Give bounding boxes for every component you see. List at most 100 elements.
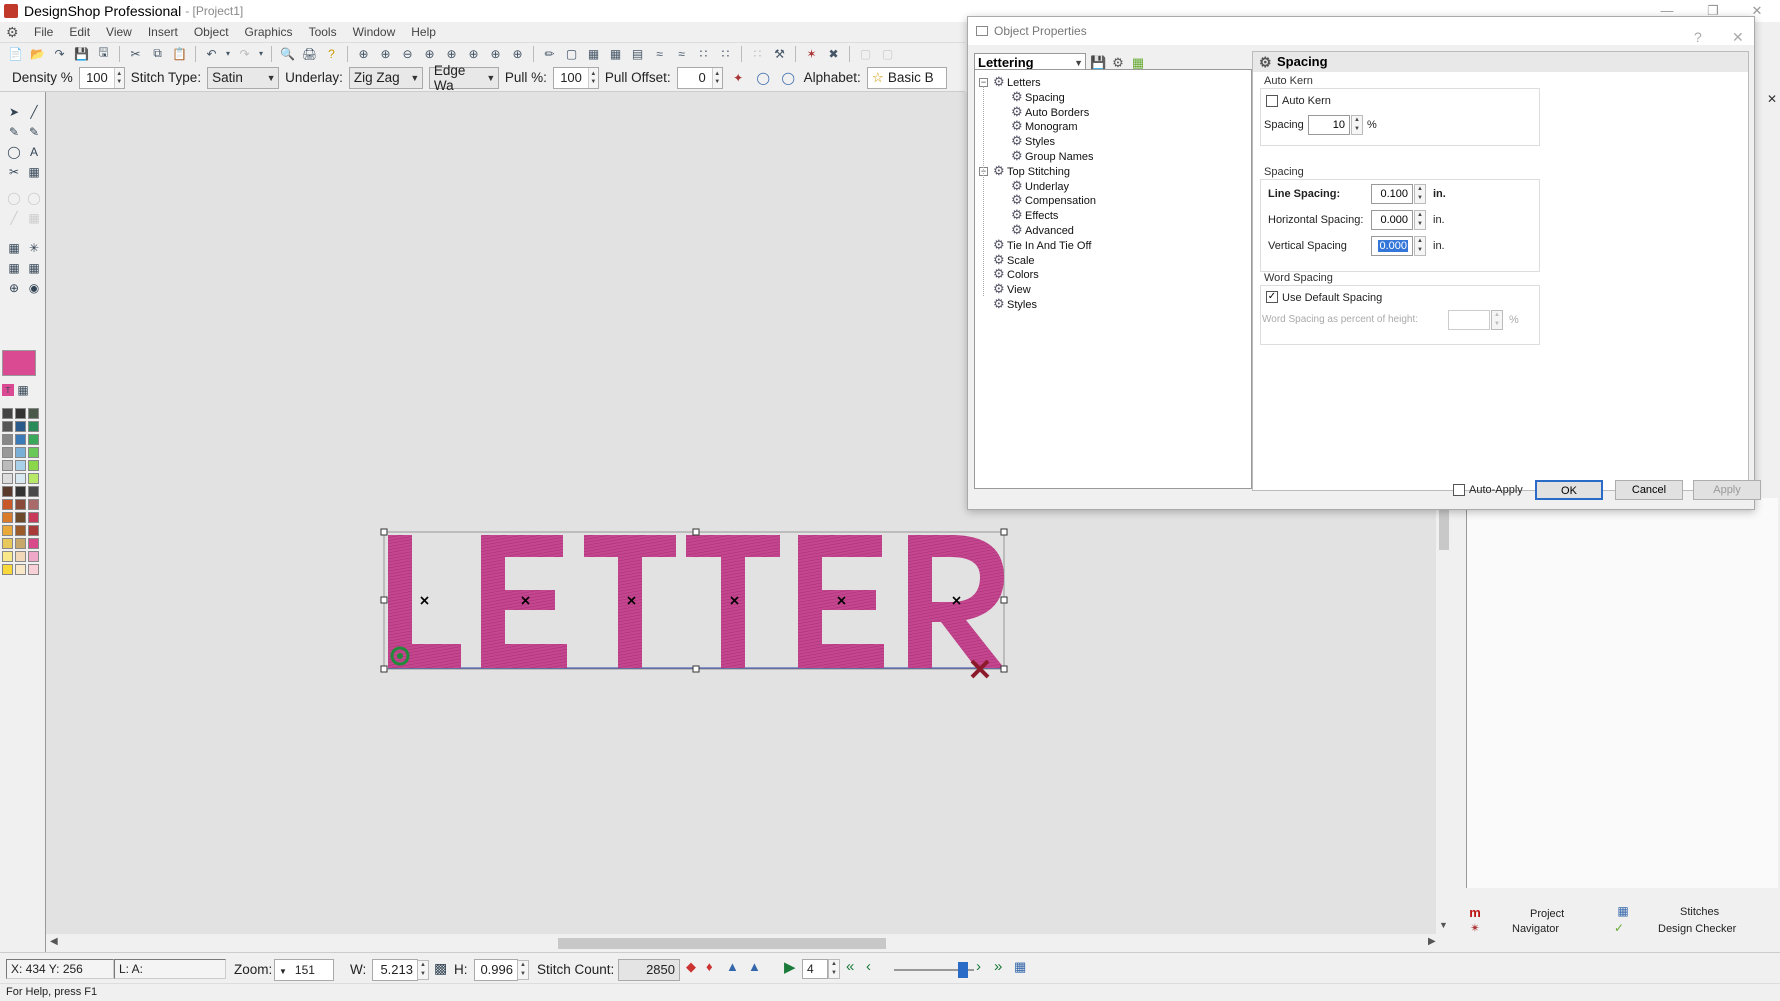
export-icon[interactable]: ↷ xyxy=(50,45,69,63)
cancel-button[interactable]: Cancel xyxy=(1615,480,1683,500)
color-swatch[interactable] xyxy=(28,473,39,484)
horizontal-scrollbar[interactable]: ◀ ▶ xyxy=(46,934,1440,952)
color-swatch[interactable] xyxy=(2,538,13,549)
tree-item[interactable]: ⚙ View xyxy=(993,282,1031,297)
show-3d-icon[interactable]: ≈ xyxy=(672,45,691,63)
color-swatch[interactable] xyxy=(28,525,39,536)
tree-item[interactable]: ⚙ Auto Borders xyxy=(1011,104,1089,119)
color-swatch[interactable] xyxy=(28,564,39,575)
horizontal-spacing-input[interactable]: 0.000 xyxy=(1371,210,1413,230)
pull-input[interactable]: 100 ▲ ▼ xyxy=(552,66,599,89)
tree-item[interactable]: ⚙ Group Names xyxy=(1011,149,1093,164)
color-swatch[interactable] xyxy=(28,434,39,445)
menu-insert[interactable]: Insert xyxy=(140,25,186,39)
zoom-previous-icon[interactable]: ⊕ xyxy=(486,45,505,63)
horizontal-spacing-spinner-icon[interactable]: ▲ ▼ xyxy=(1414,210,1426,230)
menu-tools[interactable]: Tools xyxy=(301,25,345,39)
tree-item[interactable]: ⚙ Tie In And Tie Off xyxy=(993,237,1091,252)
copy-icon[interactable]: ⧉ xyxy=(148,45,167,63)
tab-stitches[interactable]: Stitches xyxy=(1680,904,1719,920)
disabled-tool-icon[interactable]: ▦ xyxy=(26,210,42,226)
step-forward-icon[interactable]: › xyxy=(976,958,981,975)
select-arrow-icon[interactable]: ➤ xyxy=(6,104,22,120)
redo-dropdown-icon[interactable]: ▾ xyxy=(257,45,265,63)
disabled-tool-icon[interactable]: ▢ xyxy=(878,45,897,63)
show-outline-icon[interactable]: ≈ xyxy=(650,45,669,63)
scroll-left-icon[interactable]: ◀ xyxy=(50,936,58,947)
color-swatch[interactable] xyxy=(28,408,39,419)
line-spacing-input[interactable]: 0.100 xyxy=(1371,184,1413,204)
tree-item[interactable]: ⚙ Monogram xyxy=(1011,119,1078,134)
text-tool-icon[interactable]: A xyxy=(26,144,42,160)
disabled-tool-icon[interactable]: ◯ xyxy=(6,190,22,206)
hoop-icon[interactable]: ▢ xyxy=(562,45,581,63)
cross-icon[interactable]: ✖ xyxy=(824,45,843,63)
color-swatch[interactable] xyxy=(2,551,13,562)
color-swatch[interactable] xyxy=(28,551,39,562)
measure-icon[interactable]: ✏ xyxy=(540,45,559,63)
disabled-tool-icon[interactable]: ◯ xyxy=(26,190,42,206)
menu-edit[interactable]: Edit xyxy=(61,25,98,39)
fill-tool-icon[interactable]: ▦ xyxy=(26,164,42,180)
zoom-out-icon[interactable]: ⊖ xyxy=(398,45,417,63)
underlay-select[interactable]: Zig Zag ▼ xyxy=(348,66,423,89)
spinner-arrows-icon[interactable]: ▲ ▼ xyxy=(587,67,598,88)
gear-icon[interactable]: ⚙ xyxy=(6,25,20,39)
show-stitches-icon[interactable]: ▤ xyxy=(628,45,647,63)
cut-icon[interactable]: ✂ xyxy=(126,45,145,63)
tree-item[interactable]: ⚙ Advanced xyxy=(1011,223,1074,238)
width-input[interactable]: 5.213 xyxy=(372,959,418,981)
color-swatch[interactable] xyxy=(2,486,13,497)
color-swatch[interactable] xyxy=(15,512,26,523)
prev-color-icon[interactable]: ◆ xyxy=(686,959,696,975)
color-swatch[interactable] xyxy=(2,525,13,536)
play-icon[interactable]: ▶ xyxy=(784,958,796,976)
horizontal-scroll-thumb[interactable] xyxy=(558,938,886,949)
menu-view[interactable]: View xyxy=(98,25,140,39)
zoom-select[interactable]: ▼ 151 xyxy=(274,959,334,981)
tab-design-checker[interactable]: Design Checker xyxy=(1658,921,1736,937)
auto-apply-checkbox[interactable] xyxy=(1453,484,1465,496)
vertical-spacing-input[interactable]: 0.000 xyxy=(1371,236,1413,256)
disabled-tool-icon[interactable]: ╱ xyxy=(6,210,22,226)
tree-item[interactable]: ⚙ Letters xyxy=(993,75,1041,90)
tab-navigator[interactable]: Navigator xyxy=(1512,921,1559,937)
color-swatch[interactable] xyxy=(2,499,13,510)
menu-help[interactable]: Help xyxy=(403,25,444,39)
height-spinner-icon[interactable]: ▲ ▼ xyxy=(517,960,529,980)
slow-redraw-icon[interactable]: ∷ xyxy=(748,45,767,63)
zoom-actual-icon[interactable]: ⊕ xyxy=(508,45,527,63)
menu-window[interactable]: Window xyxy=(345,25,404,39)
width-spinner-icon[interactable]: ▲ ▼ xyxy=(417,960,429,980)
tree-item[interactable]: ⚙ Spacing xyxy=(1011,89,1065,104)
pen-tool-icon[interactable]: ✎ xyxy=(6,124,22,140)
menu-graphics[interactable]: Graphics xyxy=(237,25,301,39)
shape-tool-icon[interactable]: ◯ xyxy=(6,144,22,160)
tab-project[interactable]: Project xyxy=(1530,906,1564,922)
apply-button[interactable]: Apply xyxy=(1693,480,1761,500)
color-mode-icon[interactable]: T xyxy=(2,384,14,396)
tools-icon[interactable]: ⚒ xyxy=(770,45,789,63)
step-back-icon[interactable]: ‹ xyxy=(866,958,871,975)
color-swatch[interactable] xyxy=(28,486,39,497)
open-folder-icon[interactable]: 📂 xyxy=(28,45,47,63)
color-swatch[interactable] xyxy=(15,538,26,549)
brush-tool-icon[interactable]: ✎ xyxy=(26,124,42,140)
tree-item[interactable]: ⚙ Scale xyxy=(993,252,1035,267)
print-icon[interactable]: 🖨 xyxy=(300,45,319,63)
color-swatch[interactable] xyxy=(28,499,39,510)
color-swatch[interactable] xyxy=(15,564,26,575)
color-swatch[interactable] xyxy=(15,486,26,497)
color-swatch[interactable] xyxy=(2,512,13,523)
color-swatch[interactable] xyxy=(2,564,13,575)
tree-item[interactable]: ⚙ Styles xyxy=(1011,134,1055,149)
globe-icon[interactable]: ◯ xyxy=(754,69,773,87)
save-icon[interactable]: 💾 xyxy=(72,45,91,63)
ungroup-tool-icon[interactable]: ▦ xyxy=(26,260,42,276)
kern-spacing-spinner-icon[interactable]: ▲ ▼ xyxy=(1351,115,1363,135)
panel-close-icon[interactable]: ✕ xyxy=(1767,92,1777,106)
word-spacing-spinner-icon[interactable]: ▲ ▼ xyxy=(1491,310,1503,330)
tree-item[interactable]: ⚙ Colors xyxy=(993,267,1039,282)
color-swatch[interactable] xyxy=(15,421,26,432)
word-spacing-percent-input[interactable] xyxy=(1448,310,1490,330)
